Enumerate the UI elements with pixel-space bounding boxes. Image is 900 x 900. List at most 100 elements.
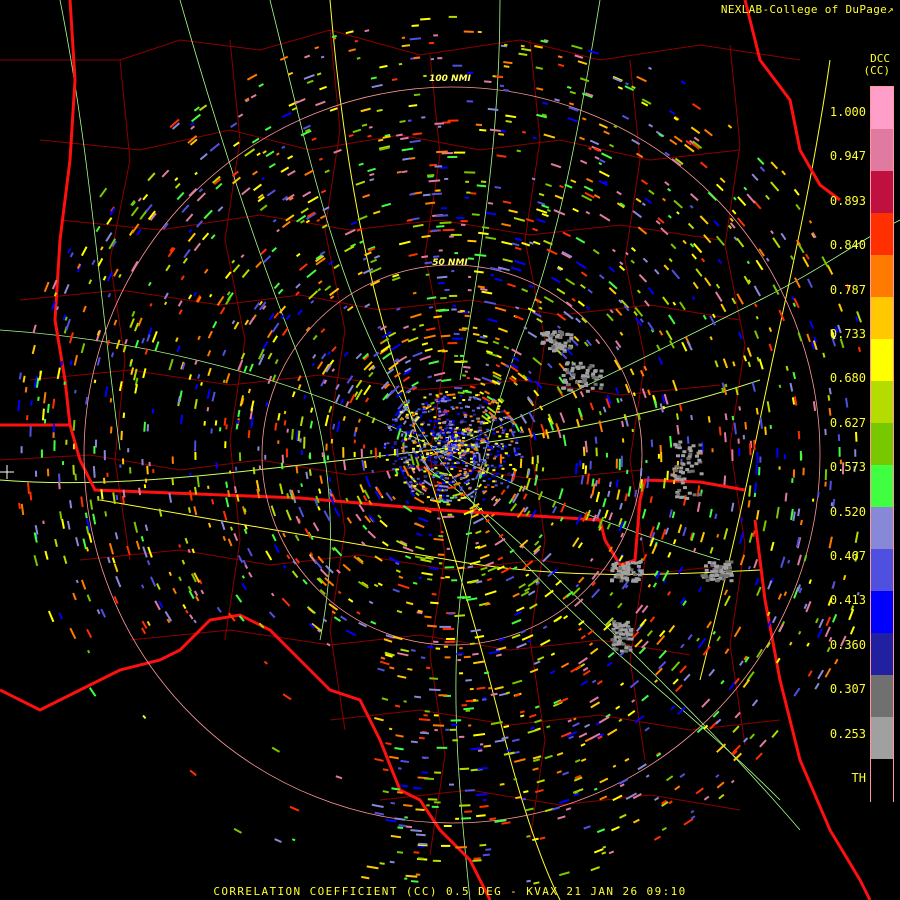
radar-return-pixel — [506, 479, 510, 482]
radar-clutter-pixel — [638, 569, 643, 573]
radar-return-pixel — [456, 652, 464, 655]
radar-return-pixel — [470, 495, 474, 498]
radar-return-pixel — [444, 458, 447, 461]
radar-clutter-pixel — [722, 565, 726, 569]
radar-return-pixel — [452, 449, 456, 452]
radar-clutter-pixel — [578, 361, 583, 365]
radar-return-pixel — [445, 448, 448, 450]
radar-return-pixel — [476, 451, 479, 454]
radar-return-pixel — [229, 470, 232, 474]
radar-return-pixel — [457, 428, 461, 431]
radar-return-pixel — [471, 443, 475, 446]
radar-return-pixel — [791, 478, 794, 483]
radar-return-pixel — [353, 451, 356, 457]
radar-return-pixel — [491, 428, 495, 431]
radar-clutter-pixel — [687, 447, 692, 451]
radar-clutter-pixel — [633, 572, 638, 576]
radar-return-pixel — [393, 449, 396, 456]
radar-return-pixel — [458, 402, 462, 405]
radar-clutter-pixel — [598, 374, 603, 378]
radar-return-pixel — [461, 432, 465, 435]
radar-clutter-pixel — [561, 386, 566, 390]
radar-clutter-pixel — [687, 491, 692, 495]
radar-return-pixel — [413, 431, 417, 434]
radar-return-pixel — [475, 448, 479, 451]
radar-return-pixel — [444, 656, 451, 659]
radar-return-pixel — [424, 434, 428, 437]
radar-return-pixel — [455, 434, 459, 437]
radar-return-pixel — [454, 354, 459, 357]
radar-return-pixel — [471, 409, 475, 412]
radar-clutter-pixel — [564, 362, 569, 366]
radar-return-pixel — [399, 411, 403, 414]
radar-return-pixel — [421, 485, 425, 488]
radar-clutter-pixel — [729, 573, 734, 577]
radar-return-pixel — [453, 465, 456, 468]
radar-return-pixel — [434, 165, 443, 168]
radar-return-pixel — [446, 453, 450, 456]
radar-return-pixel — [449, 728, 457, 731]
radar-return-pixel — [416, 445, 420, 447]
radar-return-pixel — [479, 743, 484, 746]
radar-clutter-pixel — [562, 344, 567, 348]
radar-return-pixel — [473, 456, 477, 459]
radar-return-pixel — [443, 409, 447, 412]
radar-return-pixel — [481, 406, 485, 409]
radar-return-pixel — [403, 476, 407, 479]
radar-return-pixel — [440, 455, 443, 458]
radar-return-pixel — [496, 407, 500, 410]
radar-return-pixel — [207, 485, 210, 489]
radar-return-pixel — [433, 714, 439, 717]
radar-return-pixel — [141, 458, 144, 466]
radar-return-pixel — [436, 746, 448, 749]
radar-return-pixel — [438, 562, 443, 565]
radar-clutter-pixel — [673, 469, 678, 473]
legend-swatch — [871, 213, 893, 256]
radar-return-pixel — [511, 424, 515, 427]
radar-return-pixel — [438, 694, 448, 697]
radar-clutter-pixel — [679, 478, 684, 482]
radar-clutter-pixel — [590, 386, 595, 390]
radar-return-pixel — [482, 411, 486, 414]
radar-return-pixel — [515, 439, 519, 442]
radar-return-pixel — [451, 308, 457, 311]
radar-return-pixel — [401, 36, 406, 39]
radar-clutter-pixel — [555, 335, 559, 339]
radar-return-pixel — [434, 466, 438, 469]
radar-clutter-pixel — [628, 633, 633, 637]
legend-swatch — [871, 381, 893, 424]
radar-clutter-pixel — [729, 579, 734, 583]
radar-return-pixel — [441, 412, 445, 415]
radar-return-pixel — [392, 462, 396, 465]
radar-return-pixel — [482, 422, 486, 425]
radar-return-pixel — [448, 474, 452, 477]
radar-clutter-pixel — [686, 461, 691, 465]
radar-return-pixel — [437, 401, 441, 404]
radar-return-pixel — [474, 490, 478, 493]
radar-return-pixel — [453, 332, 460, 336]
radar-return-pixel — [433, 463, 437, 466]
radar-return-pixel — [404, 408, 408, 411]
radar-return-pixel — [391, 446, 395, 449]
radar-return-pixel — [106, 472, 109, 477]
radar-return-pixel — [444, 288, 450, 292]
legend-swatch — [871, 549, 893, 592]
radar-return-pixel — [500, 410, 504, 413]
radar-return-pixel — [478, 427, 482, 430]
radar-return-pixel — [447, 155, 458, 159]
radar-return-pixel — [438, 439, 442, 442]
radar-return-pixel — [482, 490, 486, 493]
radar-return-pixel — [449, 783, 454, 786]
radar-clutter-pixel — [626, 565, 631, 569]
radar-return-pixel — [439, 392, 443, 395]
radar-return-pixel — [459, 421, 463, 424]
radar-return-pixel — [148, 461, 151, 467]
radar-return-pixel — [778, 466, 781, 470]
radar-return-pixel — [486, 444, 489, 447]
radar-return-pixel — [417, 857, 424, 860]
radar-return-pixel — [482, 440, 486, 443]
radar-return-pixel — [446, 462, 450, 465]
radar-return-pixel — [494, 484, 498, 487]
radar-return-pixel — [445, 412, 449, 415]
radar-return-pixel — [40, 449, 43, 458]
